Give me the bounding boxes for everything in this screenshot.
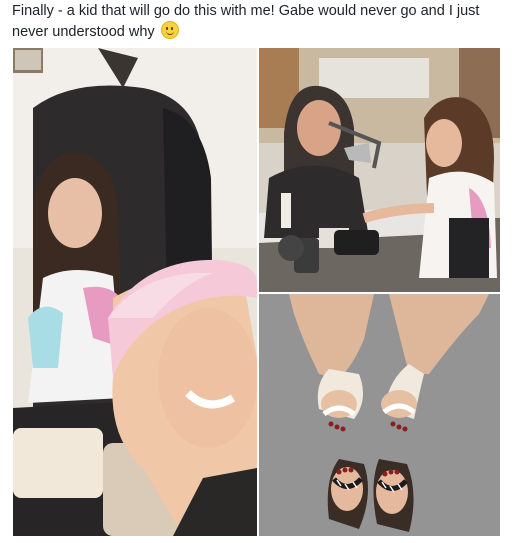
painted-toes-flip-flops-photo[interactable] xyxy=(259,294,500,536)
manicure-station-photo[interactable] xyxy=(259,48,500,292)
post-text-block: Finally - a kid that will go do this wit… xyxy=(12,2,502,42)
selfie-pedicure-chairs-photo[interactable] xyxy=(13,48,257,536)
post-caption: Finally - a kid that will go do this wit… xyxy=(12,3,480,40)
facebook-post: Finally - a kid that will go do this wit… xyxy=(0,0,513,543)
smiley-emoji-icon xyxy=(160,21,179,39)
